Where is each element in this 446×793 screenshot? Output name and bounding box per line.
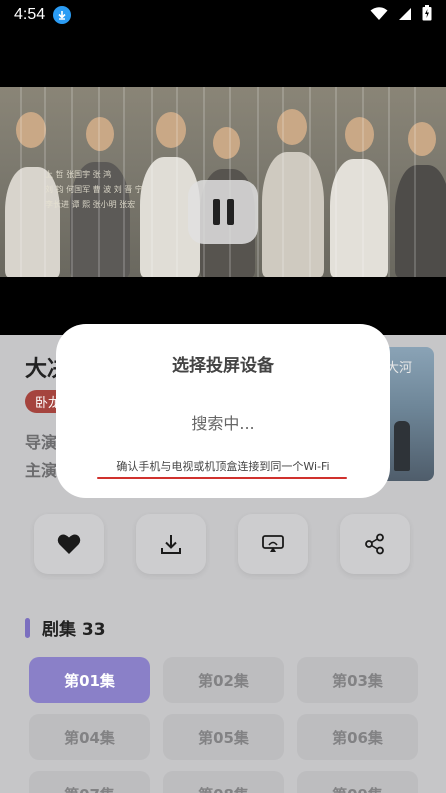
- status-time: 4:54: [14, 6, 46, 23]
- status-bar: 4:54: [0, 0, 446, 30]
- favorite-button[interactable]: [34, 514, 104, 574]
- director-label: 导演: [25, 433, 58, 452]
- credit-line: 刘 钧 何国军 曹 波 刘 晋 宁: [45, 185, 143, 194]
- heart-icon: [57, 534, 81, 554]
- credit-line: 上 哲 张国宇 张 鸿: [45, 170, 112, 179]
- dialog-title: 选择投屏设备: [172, 356, 274, 376]
- episode-item[interactable]: 第08集: [163, 771, 284, 793]
- download-icon: [161, 535, 181, 554]
- episode-item[interactable]: 第06集: [297, 714, 418, 760]
- action-bar: [0, 514, 446, 584]
- share-icon: [365, 533, 384, 555]
- episodes-title: 剧集 33: [42, 620, 106, 640]
- signal-icon: [398, 6, 412, 25]
- episode-item[interactable]: 第03集: [297, 657, 418, 703]
- cast-device-dialog[interactable]: 选择投屏设备 搜索中... 确认手机与电视或机顶盒连接到同一个Wi-Fi: [56, 324, 390, 498]
- episode-item[interactable]: 第09集: [297, 771, 418, 793]
- cast-label: 主演: [25, 461, 58, 480]
- section-accent: [25, 617, 30, 638]
- battery-icon: [422, 5, 432, 25]
- pause-icon: [212, 199, 234, 225]
- episode-item[interactable]: 第04集: [29, 714, 150, 760]
- credit-line: 李长进 谭 熙 张小明 张宏: [45, 200, 136, 209]
- episode-item[interactable]: 第05集: [163, 714, 284, 760]
- wifi-hint: 确认手机与电视或机顶盒连接到同一个Wi-Fi: [116, 460, 330, 473]
- wifi-icon: [370, 6, 388, 25]
- episode-item[interactable]: 第02集: [163, 657, 284, 703]
- hint-underline: [97, 477, 347, 479]
- download-notification-icon: [53, 6, 72, 24]
- video-credits: 上 哲 张国宇 张 鸿 刘 钧 何国军 曹 波 刘 晋 宁 李长进 谭 熙 张小…: [45, 167, 143, 212]
- searching-status: 搜索中...: [191, 414, 255, 433]
- share-button[interactable]: [340, 514, 410, 574]
- episode-item[interactable]: 第07集: [29, 771, 150, 793]
- pause-button[interactable]: [188, 180, 258, 244]
- cast-button[interactable]: [238, 514, 308, 574]
- episodes-header: 剧集 33: [25, 615, 106, 640]
- episode-item[interactable]: 第01集: [29, 657, 150, 703]
- video-player[interactable]: 上 哲 张国宇 张 鸿 刘 钧 何国军 曹 波 刘 晋 宁 李长进 谭 熙 张小…: [0, 30, 446, 335]
- cast-screen-icon: [262, 535, 284, 552]
- download-button[interactable]: [136, 514, 206, 574]
